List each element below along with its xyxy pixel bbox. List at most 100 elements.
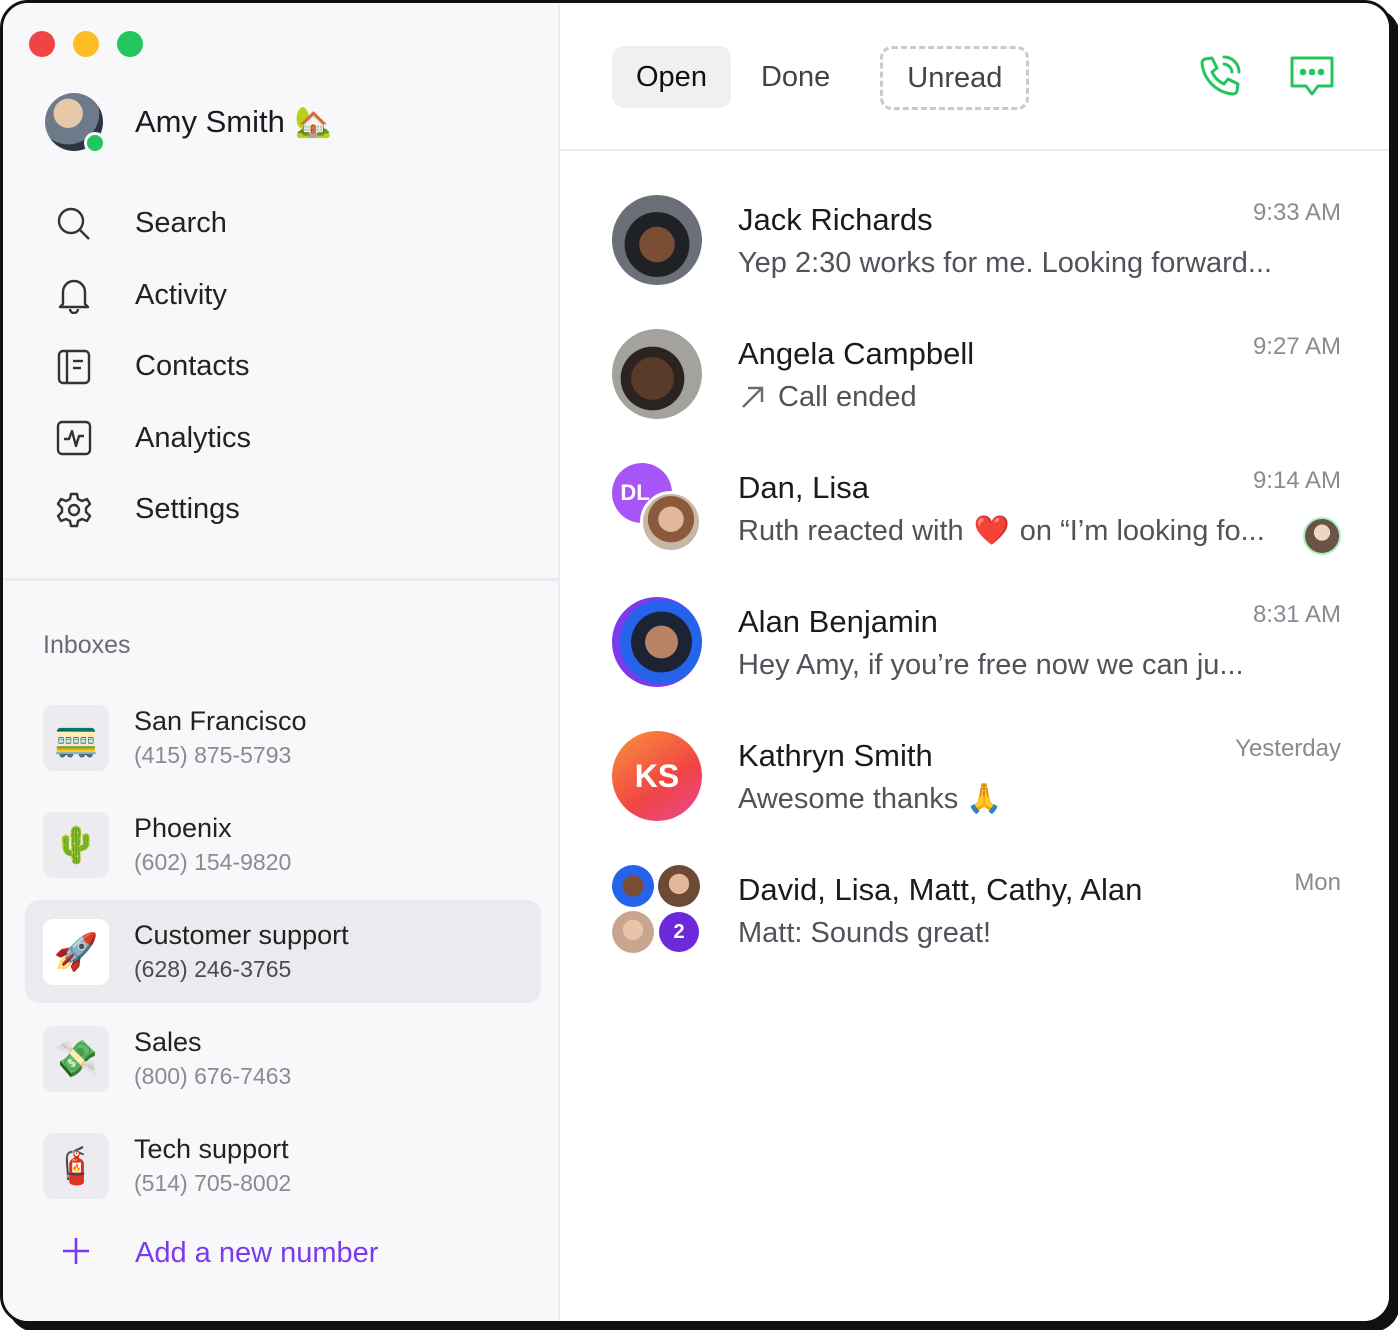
add-number-button[interactable]: Add a new number [59,1233,378,1273]
inbox-phone: (800) 676-7463 [134,1062,292,1089]
message-preview: Awesome thanks 🙏 [738,783,1003,815]
phone-icon [1200,55,1241,96]
contact-name: Angela Campbell [738,336,975,371]
timestamp: 8:31 AM [1252,601,1341,628]
tab-open[interactable]: Open [612,46,731,108]
sidebar: Amy Smith 🏡 Search Activity Contacts Ana… [3,3,560,1321]
inbox-item-sales[interactable]: 💸 Sales (800) 676-7463 [25,1007,541,1110]
avatar [612,597,702,687]
fire-extinguisher-icon: 🧯 [43,1132,109,1199]
nav-label: Settings [135,493,240,526]
window-controls [29,31,143,57]
filter-tabs: Open Done Unread [612,46,1030,110]
inbox-name: Tech support [134,1133,289,1164]
contact-name: David, Lisa, Matt, Cathy, Alan [738,872,1143,907]
message-preview-quote: on “I’m looking fo... [1019,515,1265,547]
user-profile[interactable]: Amy Smith 🏡 [45,93,333,154]
inbox-phone: (628) 246-3765 [134,955,292,982]
message-preview: Hey Amy, if you’re free now we can ju... [738,649,1244,681]
new-message-button[interactable] [1287,51,1337,101]
nav-item-analytics[interactable]: Analytics [53,403,251,475]
analytics-icon [53,417,95,459]
close-window-button[interactable] [29,31,55,57]
nav-item-activity[interactable]: Activity [53,260,251,332]
avatar [612,195,702,285]
avatar [45,93,106,154]
message-preview: Matt: Sounds great! [738,917,992,949]
inbox-phone: (514) 705-8002 [134,1169,292,1196]
inbox-item-tech-support[interactable]: 🧯 Tech support (514) 705-8002 [25,1114,541,1217]
maximize-window-button[interactable] [117,31,143,57]
tab-unread[interactable]: Unread [880,46,1030,110]
message-preview: Ruth reacted with [738,515,964,547]
timestamp: Mon [1294,869,1341,896]
conversation-item-angela-campbell[interactable]: Angela Campbell Call ended 9:27 AM [612,327,1341,461]
sidebar-divider [3,578,558,581]
nav-item-contacts[interactable]: Contacts [53,331,251,403]
contacts-book-icon [53,346,95,388]
contact-name: Dan, Lisa [738,470,869,505]
contact-name: Jack Richards [738,202,933,237]
avatar [612,865,654,907]
timestamp: 9:33 AM [1252,199,1341,226]
conversation-item-jack-richards[interactable]: Jack Richards Yep 2:30 works for me. Loo… [612,193,1341,327]
inbox-name: San Francisco [134,705,307,736]
nav-label: Analytics [135,421,252,454]
main-nav: Search Activity Contacts Analytics Setti… [53,188,251,546]
message-preview-row: Ruth reacted with ❤️ on “I’m looking fo.… [738,509,1341,553]
toolbar: Open Done Unread [560,3,1389,151]
nav-item-search[interactable]: Search [53,188,251,260]
more-participants-badge: 2 [659,912,699,952]
gear-icon [53,489,95,531]
rocket-icon: 🚀 [43,918,109,985]
call-button[interactable] [1195,51,1245,101]
conversation-item-kathryn-smith[interactable]: KS Kathryn Smith Awesome thanks 🙏 Yester… [612,729,1341,863]
group-avatar: DL [612,463,702,553]
inbox-name: Phoenix [134,812,232,843]
conversation-panel: Open Done Unread Jack Richards Yep 2:30 … [560,3,1389,1321]
money-with-wings-icon: 💸 [43,1025,109,1092]
group-avatar: 2 [612,865,702,955]
timestamp: 9:14 AM [1252,467,1341,494]
avatar [612,911,654,953]
tram-icon: 🚃 [43,704,109,771]
inbox-name: Customer support [134,919,349,950]
nav-item-settings[interactable]: Settings [53,474,251,546]
inbox-item-san-francisco[interactable]: 🚃 San Francisco (415) 875-5793 [25,686,541,789]
inbox-item-phoenix[interactable]: 🌵 Phoenix (602) 154-9820 [25,793,541,896]
add-number-label: Add a new number [135,1236,379,1269]
search-icon [53,203,95,245]
inbox-phone: (602) 154-9820 [134,848,292,875]
message-preview-row: Call ended [738,375,1341,419]
chat-bubble-icon [1290,56,1334,96]
inbox-item-customer-support[interactable]: 🚀 Customer support (628) 246-3765 [25,900,541,1003]
nav-label: Search [135,207,227,240]
avatar [658,865,700,907]
contact-name: Alan Benjamin [738,604,938,639]
avatar [640,491,702,553]
nav-label: Activity [135,278,227,311]
nav-label: Contacts [135,350,250,383]
avatar [612,329,702,419]
minimize-window-button[interactable] [73,31,99,57]
plus-icon [59,1233,93,1273]
conversation-item-dan-lisa[interactable]: DL Dan, Lisa Ruth reacted with ❤️ on “I’… [612,461,1341,595]
conversation-list: Jack Richards Yep 2:30 works for me. Loo… [612,193,1341,997]
status-emoji: 🏡 [294,105,333,139]
heart-emoji: ❤️ [973,515,1010,547]
app-window: Amy Smith 🏡 Search Activity Contacts Ana… [0,0,1392,1324]
timestamp: 9:27 AM [1252,333,1341,360]
timestamp: Yesterday [1235,735,1341,762]
initials-avatar: KS [612,731,702,821]
inbox-phone: (415) 875-5793 [134,741,292,768]
profile-name: Amy Smith [135,104,285,139]
reaction-avatar [1303,517,1341,555]
conversation-item-group[interactable]: 2 David, Lisa, Matt, Cathy, Alan Matt: S… [612,863,1341,997]
conversation-item-alan-benjamin[interactable]: Alan Benjamin Hey Amy, if you’re free no… [612,595,1341,729]
inboxes-heading: Inboxes [43,631,131,659]
online-status-dot [84,132,106,154]
inbox-name: Sales [134,1026,202,1057]
bell-icon [53,274,95,316]
message-preview: Call ended [778,381,917,413]
tab-done[interactable]: Done [737,46,854,108]
